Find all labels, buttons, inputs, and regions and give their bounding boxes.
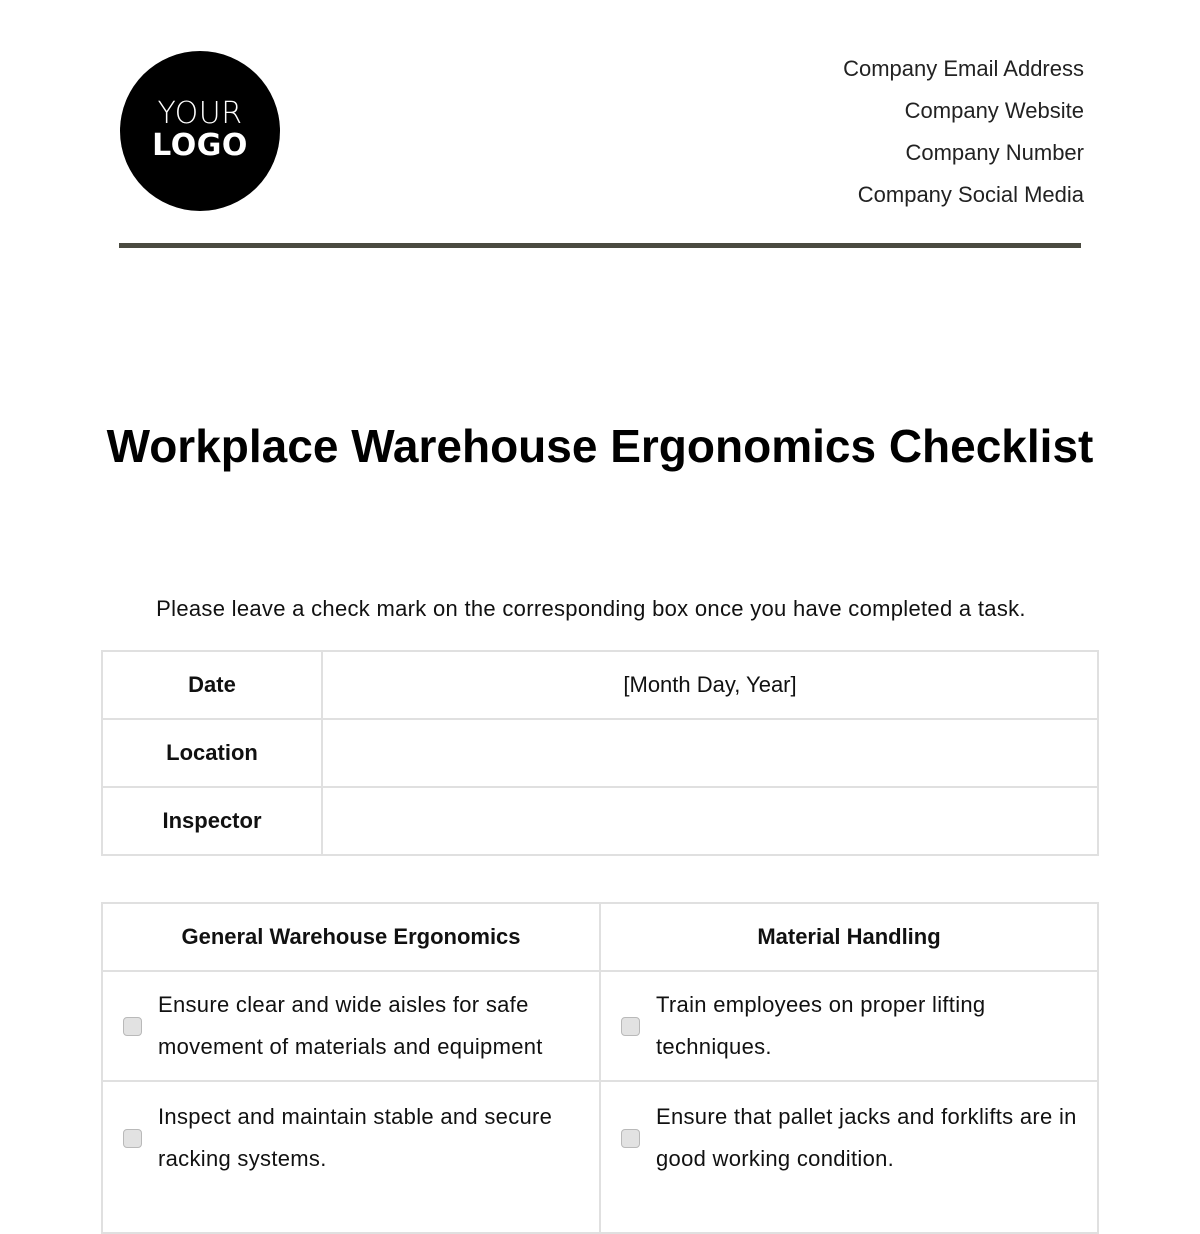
info-row-date: Date [Month Day, Year] <box>101 650 1099 720</box>
checklist-cell: Inspect and maintain stable and secure r… <box>101 1080 601 1234</box>
checklist-cell: Ensure that pallet jacks and forklifts a… <box>599 1080 1099 1234</box>
inspector-field[interactable] <box>321 786 1099 856</box>
date-label: Date <box>101 650 323 720</box>
checklist-table: General Warehouse Ergonomics Material Ha… <box>101 902 1099 1234</box>
checkbox[interactable] <box>621 1128 640 1148</box>
checklist-item: Ensure clear and wide aisles for safe mo… <box>103 972 599 1080</box>
company-logo: YOUR LOGO <box>120 51 280 211</box>
table-row: Inspect and maintain stable and secure r… <box>101 1080 1099 1234</box>
checklist-item-text: Train employees on proper lifting techni… <box>656 992 986 1059</box>
column-header-general: General Warehouse Ergonomics <box>101 902 601 972</box>
company-social-media: Company Social Media <box>857 182 1084 207</box>
header-divider <box>119 243 1081 248</box>
info-row-location: Location <box>101 718 1099 788</box>
date-field[interactable]: [Month Day, Year] <box>321 650 1099 720</box>
checklist-item: Ensure that pallet jacks and forklifts a… <box>601 1082 1097 1192</box>
checklist-item: Inspect and maintain stable and secure r… <box>103 1082 599 1192</box>
location-label: Location <box>101 718 323 788</box>
checklist-item-text: Ensure clear and wide aisles for safe mo… <box>158 992 543 1059</box>
inspector-label: Inspector <box>101 786 323 856</box>
company-number: Company Number <box>905 140 1084 165</box>
checkbox[interactable] <box>621 1016 640 1036</box>
checklist-cell: Ensure clear and wide aisles for safe mo… <box>101 970 601 1082</box>
checklist-header-row: General Warehouse Ergonomics Material Ha… <box>101 902 1099 972</box>
info-row-inspector: Inspector <box>101 786 1099 856</box>
inspection-info-table: Date [Month Day, Year] Location Inspecto… <box>101 650 1099 856</box>
logo-line-2: LOGO <box>152 127 248 163</box>
checklist-item: Train employees on proper lifting techni… <box>601 972 1097 1080</box>
checkbox[interactable] <box>123 1128 142 1148</box>
column-header-material: Material Handling <box>599 902 1099 972</box>
location-field[interactable] <box>321 718 1099 788</box>
checkbox[interactable] <box>123 1016 142 1036</box>
checklist-cell: Train employees on proper lifting techni… <box>599 970 1099 1082</box>
checklist-item-text: Ensure that pallet jacks and forklifts a… <box>656 1104 1077 1171</box>
instructions-text: Please leave a check mark on the corresp… <box>156 596 1026 621</box>
page-title: Workplace Warehouse Ergonomics Checklist <box>106 420 1094 472</box>
company-website: Company Website <box>904 98 1084 123</box>
company-email: Company Email Address <box>843 56 1084 81</box>
logo-line-1: YOUR <box>157 95 243 131</box>
table-row: Ensure clear and wide aisles for safe mo… <box>101 970 1099 1082</box>
company-contact-info: Company Email Address Company Website Co… <box>843 54 1084 222</box>
checklist-item-text: Inspect and maintain stable and secure r… <box>158 1104 553 1171</box>
